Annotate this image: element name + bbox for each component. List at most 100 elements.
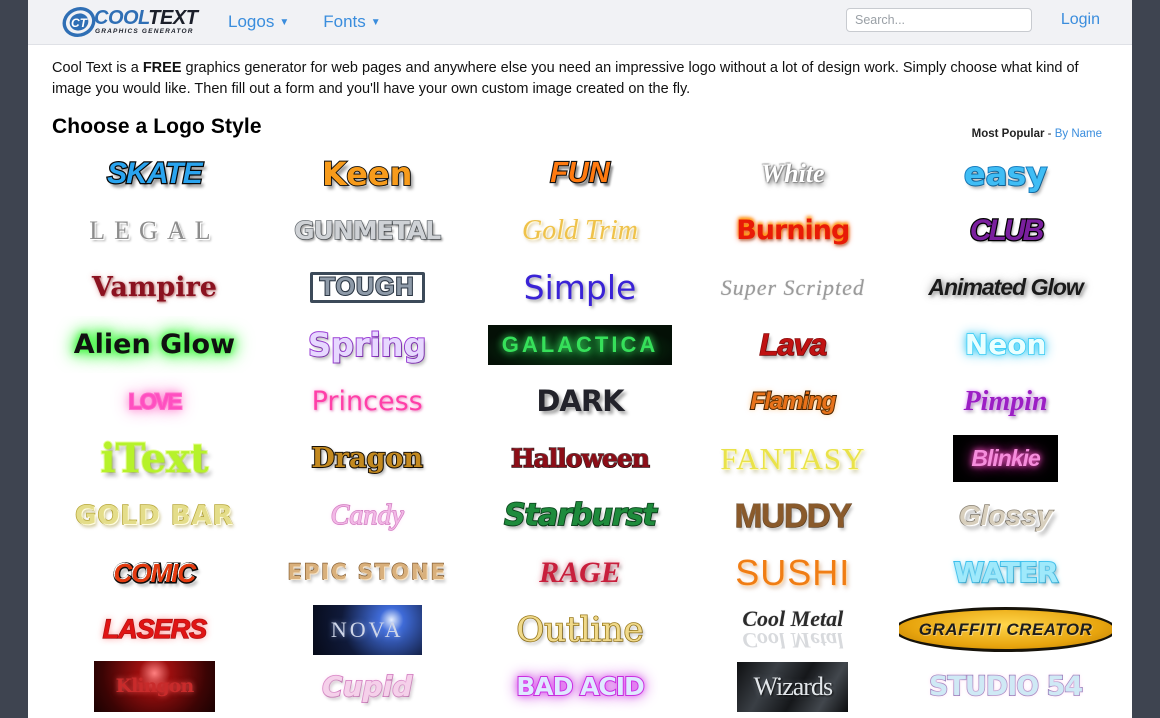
logo-style-vampire[interactable]: Vampire (48, 259, 261, 316)
logo-style-alien-glow[interactable]: Alien Glow (48, 316, 261, 373)
logo-style-muddy[interactable]: MUDDY (686, 487, 899, 544)
sort-separator: - (1044, 128, 1055, 141)
logo-style-comic[interactable]: COMIC (48, 544, 261, 601)
logo-style-studio-54[interactable]: STUDIO 54 (899, 658, 1112, 715)
logo-style-simple[interactable]: Simple (474, 259, 687, 316)
nav-logos-label: Logos (228, 12, 275, 31)
logo-style-preview: LEGAL (89, 215, 220, 245)
logo-style-flaming[interactable]: Flaming (686, 373, 899, 430)
logo-style-preview: Flaming (749, 387, 837, 415)
logo-style-fun[interactable]: FUN (474, 145, 687, 202)
logo-style-water[interactable]: WATER (899, 544, 1112, 601)
nav-logos[interactable]: Logos ▼ (228, 12, 289, 32)
logo-style-lasers[interactable]: LASERS (48, 601, 261, 658)
logo-style-epic-stone[interactable]: EPIC STONE (261, 544, 474, 601)
logo-style-candy[interactable]: Candy (261, 487, 474, 544)
brand-text: TEXT (148, 7, 198, 30)
logo-style-preview: CLUB (969, 213, 1046, 247)
logo-style-white[interactable]: White (686, 145, 899, 202)
logo-style-fantasy[interactable]: FANTASY (686, 430, 899, 487)
nav-fonts[interactable]: Fonts ▼ (323, 12, 380, 32)
svg-text:CT: CT (71, 16, 89, 30)
logo-style-preview: Cupid (321, 669, 413, 703)
logo-style-preview: GUNMETAL (293, 216, 442, 246)
sort-by-name[interactable]: By Name (1055, 128, 1102, 140)
logo-style-itext[interactable]: iText (48, 430, 261, 487)
logo-style-preview: LASERS (102, 614, 208, 645)
logo-style-preview: EPIC STONE (287, 560, 447, 585)
site-logo[interactable]: CT COOLTEXT GRAPHICS GENERATOR (62, 2, 207, 42)
logo-style-preview: Halloween (510, 444, 651, 474)
logo-style-gunmetal[interactable]: GUNMETAL (261, 202, 474, 259)
brand-wordmark: COOLTEXT GRAPHICS GENERATOR (94, 7, 198, 36)
logo-style-animated-glow[interactable]: Animated Glow (899, 259, 1112, 316)
logo-style-pimpin[interactable]: Pimpin (899, 373, 1112, 430)
logo-style-gold-trim[interactable]: Gold Trim (474, 202, 687, 259)
logo-style-preview: WATER (953, 555, 1060, 589)
logo-style-grid: SKATE Keen FUN White easy LEGAL GUNMETAL Gold T… (48, 145, 1112, 715)
logo-style-burning[interactable]: Burning (686, 202, 899, 259)
logo-style-galactica[interactable]: GALACTICA (474, 316, 687, 373)
logo-style-reflection: Cool Metal (742, 627, 844, 653)
logo-style-gold-bar[interactable]: GOLD BAR (48, 487, 261, 544)
logo-style-rage[interactable]: RAGE (474, 544, 687, 601)
logo-style-preview: iText (99, 434, 209, 482)
logo-style-cool-metal[interactable]: Cool Metal Cool Metal (686, 601, 899, 658)
logo-style-keen[interactable]: Keen (261, 145, 474, 202)
intro-free-emphasis: FREE (142, 60, 182, 76)
brand-tagline: GRAPHICS GENERATOR (95, 28, 194, 36)
logo-style-preview: Neon (964, 327, 1047, 361)
logo-style-preview: SUSHI (735, 551, 851, 593)
logo-style-preview: RAGE (538, 555, 621, 589)
logo-style-club[interactable]: CLUB (899, 202, 1112, 259)
sort-most-popular[interactable]: Most Popular (972, 128, 1045, 140)
logo-style-sushi[interactable]: SUSHI (686, 544, 899, 601)
logo-style-preview: Super Scripted (720, 274, 865, 300)
main-nav: Logos ▼ Fonts ▼ (228, 0, 381, 44)
logo-style-nova[interactable]: NOVA (261, 601, 474, 658)
logo-style-lava[interactable]: Lava (686, 316, 899, 373)
logo-style-cupid[interactable]: Cupid (261, 658, 474, 715)
search-input[interactable] (846, 8, 1032, 32)
logo-style-preview: Lava (759, 327, 828, 363)
logo-style-wizards[interactable]: Wizards (686, 658, 899, 715)
search-container (846, 8, 1032, 32)
logo-style-dragon[interactable]: Dragon (261, 430, 474, 487)
logo-style-preview: TOUGH (310, 272, 425, 303)
logo-style-princess[interactable]: Princess (261, 373, 474, 430)
logo-style-preview: Klingon (93, 661, 216, 713)
logo-style-super-scripted[interactable]: Super Scripted (686, 259, 899, 316)
logo-style-klingon[interactable]: Klingon (48, 658, 261, 715)
logo-style-halloween[interactable]: Halloween (474, 430, 687, 487)
logo-style-preview: Blinkie (953, 435, 1058, 483)
logo-style-blinkie[interactable]: Blinkie (899, 430, 1112, 487)
logo-style-skate[interactable]: SKATE (48, 145, 261, 202)
logo-style-outline[interactable]: Outline (474, 601, 687, 658)
logo-style-preview: Simple (523, 268, 637, 308)
logo-style-easy[interactable]: easy (899, 145, 1112, 202)
logo-style-preview: Outline (516, 609, 645, 650)
cooltext-swirl-icon: CT (62, 6, 96, 38)
logo-style-bad-acid[interactable]: BAD ACID (474, 658, 687, 715)
logo-style-starburst[interactable]: Starburst (474, 487, 687, 544)
logo-style-tough[interactable]: TOUGH (261, 259, 474, 316)
logo-style-glossy[interactable]: Glossy (899, 487, 1112, 544)
logo-style-legal[interactable]: LEGAL (48, 202, 261, 259)
logo-style-preview: Gold Trim (522, 214, 638, 246)
logo-style-graffiti-creator[interactable]: GRAFFITI CREATOR (899, 601, 1112, 658)
logo-style-preview: GOLD BAR (74, 500, 234, 531)
logo-style-preview: Wizards (737, 661, 849, 712)
logo-style-preview: Glossy (958, 499, 1053, 531)
page-title: Choose a Logo Style (52, 115, 262, 139)
logo-style-preview: White (761, 158, 825, 188)
logo-style-preview: Starburst (503, 497, 658, 533)
logo-style-neon[interactable]: Neon (899, 316, 1112, 373)
logo-style-love[interactable]: LOVE (48, 373, 261, 430)
logo-style-preview: DARK (536, 384, 624, 419)
logo-style-preview: Candy (330, 499, 405, 531)
logo-style-preview: BAD ACID (515, 672, 646, 702)
chevron-down-icon: ▼ (279, 17, 290, 28)
logo-style-spring[interactable]: Spring (261, 316, 474, 373)
login-link[interactable]: Login (1061, 11, 1100, 29)
logo-style-dark[interactable]: DARK (474, 373, 687, 430)
